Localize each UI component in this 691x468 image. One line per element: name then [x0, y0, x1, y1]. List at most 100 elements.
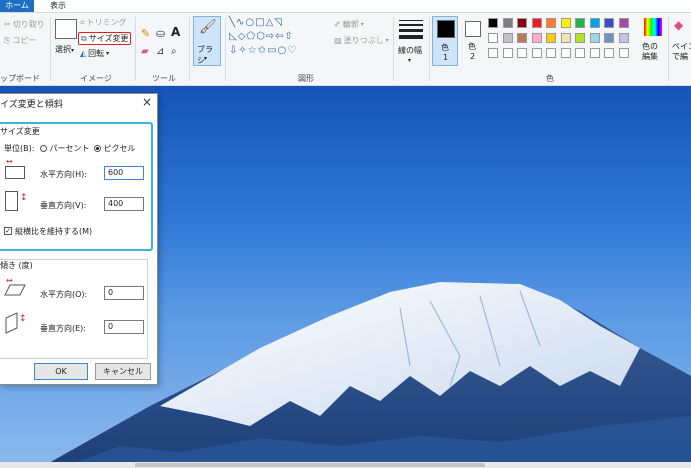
vertical-resize-icon	[5, 191, 18, 211]
horizontal-input[interactable]: 600	[104, 166, 144, 180]
empty-color-swatch[interactable]	[618, 48, 629, 58]
color-swatch[interactable]	[589, 33, 600, 43]
close-icon[interactable]: ×	[142, 95, 152, 109]
tools-group-label: ツール	[152, 74, 176, 83]
color-swatch[interactable]	[575, 18, 585, 28]
outline-button[interactable]: ✐ 輪郭 ▾	[334, 19, 364, 30]
scissors-icon: ✂	[4, 20, 11, 29]
color-swatch[interactable]	[517, 33, 527, 43]
empty-color-swatch[interactable]	[531, 48, 542, 58]
ribbon-separator	[429, 17, 430, 81]
color-swatch[interactable]	[502, 18, 513, 28]
color-swatch[interactable]	[560, 33, 571, 43]
fill-label: 塗りつぶし	[343, 36, 384, 45]
select-label: 選択	[55, 45, 71, 54]
tab-home[interactable]: ホーム	[0, 0, 34, 12]
line-thicker-icon	[399, 35, 423, 39]
empty-color-swatch[interactable]	[575, 48, 585, 58]
empty-color-swatch[interactable]	[488, 48, 498, 58]
cancel-button[interactable]: キャンセル	[95, 363, 151, 380]
edit-colors-button[interactable]: 色の 編集	[640, 16, 666, 72]
color-swatch[interactable]	[604, 18, 614, 28]
vertical-input[interactable]: 400	[104, 197, 144, 211]
eraser-icon[interactable]: ▰	[141, 46, 149, 57]
paint3d-button[interactable]: ◆ ペイン で編	[672, 16, 691, 72]
resize-button[interactable]: ⧉ サイズ変更	[78, 32, 132, 45]
cut-label: 切り取り	[12, 20, 45, 29]
color2-num: 2	[470, 52, 476, 61]
percent-label: パーセント	[49, 144, 90, 153]
empty-color-swatch[interactable]	[546, 48, 556, 58]
select-icon[interactable]	[55, 19, 77, 39]
unit-label: 単位(B):	[4, 144, 35, 153]
size-button[interactable]: 線の幅 ▾	[397, 17, 425, 67]
fill-bucket-icon[interactable]: ⛀	[156, 27, 165, 40]
color-swatch[interactable]	[531, 18, 542, 28]
crop-label: トリミング	[86, 18, 127, 27]
crop-icon: ⌗	[80, 17, 85, 27]
horizontal-label: 水平方向(H):	[40, 170, 87, 179]
resize-skew-dialog: イズ変更と傾斜 × サイズ変更 単位(B): パーセント ピクセル ↔ 水平方向…	[0, 93, 158, 385]
empty-color-swatch[interactable]	[560, 48, 571, 58]
empty-color-swatch[interactable]	[517, 48, 527, 58]
brush-button[interactable]: 🖌 ブラシ ▾	[193, 16, 221, 66]
size-label: 線の幅	[398, 46, 422, 55]
rotate-button[interactable]: ◭ 回転 ▾	[80, 48, 109, 59]
pixel-label: ピクセル	[103, 144, 136, 153]
magnifier-icon[interactable]: ⌕	[171, 46, 177, 57]
shapes-row-1[interactable]: ╲∿○□△◹	[229, 17, 283, 28]
color-swatch[interactable]	[546, 18, 556, 28]
color2-button[interactable]: 色 2	[461, 16, 485, 66]
colors-group-label: 色	[546, 74, 554, 83]
color1-button[interactable]: 色 1	[432, 16, 458, 66]
crop-button[interactable]: ⌗ トリミング	[80, 17, 127, 28]
color-swatch[interactable]	[517, 18, 527, 28]
color-swatch[interactable]	[604, 33, 614, 43]
scrollbar-thumb[interactable]	[135, 463, 485, 467]
empty-color-swatch[interactable]	[589, 48, 600, 58]
ribbon-separator	[668, 17, 669, 81]
color-swatch[interactable]	[502, 33, 513, 43]
copy-icon: ⎘	[4, 35, 11, 45]
unit-pixel-radio[interactable]: ピクセル	[94, 143, 136, 154]
color-swatch[interactable]	[560, 18, 571, 28]
color-swatch[interactable]	[546, 33, 556, 43]
copy-button[interactable]: ⎘ コピー	[4, 35, 36, 46]
color1-num: 1	[443, 53, 449, 62]
cut-button[interactable]: ✂ 切り取り	[4, 19, 45, 30]
empty-color-swatch[interactable]	[604, 48, 614, 58]
color-swatch[interactable]	[488, 18, 498, 28]
color-swatch[interactable]	[618, 33, 629, 43]
color-swatch[interactable]	[575, 33, 585, 43]
line-thick-icon	[399, 29, 423, 32]
color-swatch[interactable]	[618, 18, 629, 28]
skew-section-title: 傾き (度)	[0, 261, 33, 270]
vertical-label: 垂直方向(V):	[40, 201, 87, 210]
color1-swatch	[437, 20, 455, 38]
tab-view[interactable]: 表示	[50, 0, 66, 12]
skew-vertical-icon	[5, 312, 18, 334]
fill-button[interactable]: ▨ 塗りつぶし ▾	[334, 35, 389, 46]
empty-color-swatch[interactable]	[502, 48, 513, 58]
shapes-row-2[interactable]: ◺◇⬠⬡⇨⇦⇧	[229, 31, 294, 42]
paint3d-icon: ◆	[674, 18, 684, 32]
text-tool-icon[interactable]: A	[171, 25, 180, 39]
chevron-down-icon: ▾	[408, 57, 412, 64]
unit-percent-radio[interactable]: パーセント	[40, 143, 90, 154]
menu-bar	[0, 0, 691, 12]
shapes-row-3[interactable]: ⇩✧☆✩▭○♡	[229, 45, 297, 56]
skew-h-input[interactable]: 0	[104, 286, 144, 300]
select-button[interactable]: 選択▾	[55, 44, 74, 55]
dialog-title: イズ変更と傾斜	[0, 100, 63, 110]
keep-ratio-checkbox[interactable]: ✓	[4, 227, 12, 235]
skew-v-input[interactable]: 0	[104, 320, 144, 334]
rainbow-icon	[644, 18, 662, 36]
radio-on	[94, 145, 101, 152]
color-swatch[interactable]	[589, 18, 600, 28]
ok-button[interactable]: OK	[34, 363, 88, 380]
color-swatch[interactable]	[488, 33, 498, 43]
color-swatch[interactable]	[531, 33, 542, 43]
pencil-icon[interactable]: ✎	[141, 27, 150, 40]
ribbon-separator	[225, 17, 226, 81]
color-picker-icon[interactable]: ⊿	[156, 46, 164, 57]
